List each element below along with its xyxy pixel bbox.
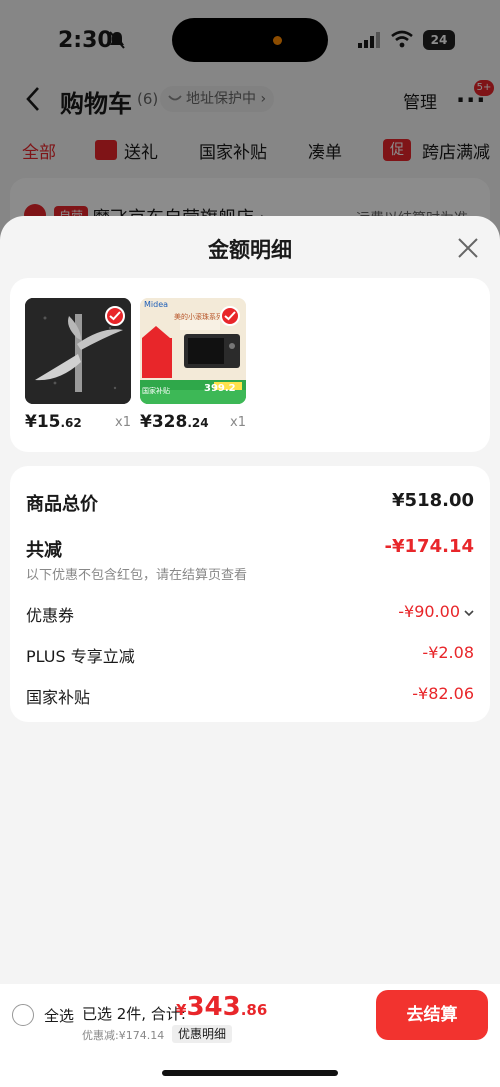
- total-integer: 343: [186, 992, 241, 1022]
- plus-discount-label: PLUS 专享立减: [26, 647, 135, 666]
- select-all-checkbox[interactable]: [12, 1004, 34, 1026]
- coupon-value-wrap: -¥90.00: [398, 602, 474, 621]
- product-price: ¥328.24: [140, 412, 209, 432]
- total-currency: ¥: [176, 1001, 187, 1019]
- price-decimal: .24: [187, 416, 209, 430]
- selected-summary: 已选 2件, 合计:: [82, 1005, 186, 1023]
- plus-discount-value: -¥2.08: [422, 643, 474, 662]
- close-icon[interactable]: [456, 236, 480, 260]
- national-subsidy-value: -¥82.06: [412, 684, 474, 703]
- amount-detail-sheet: 金额明细 ¥15.62 x1 Midea 美的小滚珠系列 国家补贴 399.2 …: [0, 216, 500, 1087]
- national-subsidy-label: 国家补贴: [26, 688, 91, 707]
- chevron-down-icon[interactable]: [464, 609, 474, 617]
- selected-products-card: ¥15.62 x1 Midea 美的小滚珠系列 国家补贴 399.2 ¥328.…: [10, 278, 490, 452]
- price-breakdown-card: 商品总价 ¥518.00 共减 -¥174.14 以下优惠不包含红包，请在结算页…: [10, 466, 490, 722]
- discount-note: 以下优惠不包含红包，请在结算页查看: [26, 568, 248, 583]
- subsidy-badge-text: 国家补贴: [142, 387, 170, 395]
- price-decimal: .62: [60, 416, 82, 430]
- total-decimal: .86: [240, 1001, 268, 1019]
- price-integer: ¥328: [140, 412, 188, 432]
- total-discount-value: -¥174.14: [384, 536, 474, 557]
- price-integer: ¥15: [25, 412, 61, 432]
- product-promo-price-text: 399.2: [204, 383, 236, 394]
- product-quantity: x1: [230, 415, 246, 430]
- total-price-label: 商品总价: [26, 494, 98, 515]
- sheet-title: 金额明细: [208, 238, 292, 262]
- product-selected-check[interactable]: [105, 306, 125, 326]
- saved-amount: 优惠减:¥174.14: [82, 1029, 165, 1042]
- product-price: ¥15.62: [25, 412, 82, 432]
- checkout-bar: 全选 已选 2件, 合计: ¥343.86 优惠减:¥174.14 优惠明细 去…: [0, 984, 500, 1087]
- coupon-value: -¥90.00: [398, 602, 460, 621]
- coupon-label: 优惠券: [26, 606, 75, 625]
- product-quantity: x1: [115, 415, 131, 430]
- select-all-label[interactable]: 全选: [44, 1005, 74, 1026]
- product-slogan-text: 美的小滚珠系列: [174, 313, 223, 321]
- total-discount-label: 共减: [26, 540, 62, 561]
- product-selected-check[interactable]: [220, 306, 240, 326]
- checkout-button[interactable]: 去结算: [376, 990, 488, 1040]
- product-brand-text: Midea: [144, 300, 169, 309]
- total-price-value: ¥518.00: [392, 490, 474, 511]
- home-indicator[interactable]: [162, 1070, 338, 1076]
- checkout-total: ¥343.86: [176, 992, 267, 1022]
- discount-detail-link[interactable]: 优惠明细: [172, 1025, 233, 1043]
